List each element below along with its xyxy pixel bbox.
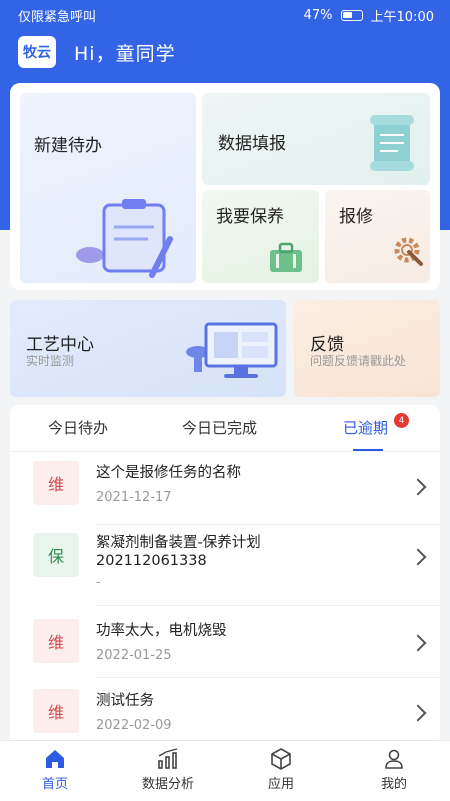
task-tag: 维	[33, 689, 79, 733]
nav-data-analysis[interactable]: 数据分析	[123, 747, 213, 792]
task-row[interactable]: 维 功率太大，电机烧毁 2022-01-25	[10, 617, 440, 678]
task-row[interactable]: 维 这个是报修任务的名称 2021-12-17	[10, 461, 440, 525]
status-carrier-text: 仅限紧急呼叫	[18, 10, 97, 25]
task-title: 絮凝剂制备装置-保养计划202112061338	[96, 535, 261, 569]
nav-apps-label: 应用	[267, 777, 294, 792]
maintenance-label: 我要保养	[216, 207, 284, 227]
app-header: 牧云 Hi，童同学	[18, 36, 176, 68]
nav-apps[interactable]: 应用	[236, 747, 326, 792]
user-icon	[385, 749, 403, 769]
task-tag: 维	[33, 619, 79, 663]
row-divider	[96, 677, 440, 678]
toolbox-icon	[270, 242, 302, 272]
home-icon	[46, 750, 64, 768]
data-report-tile[interactable]: 数据填报	[202, 93, 430, 185]
repair-tile[interactable]: 报修	[325, 190, 430, 283]
chevron-right-icon	[409, 548, 427, 566]
feature-card: 新建待办 数据填报 我要保养 报修	[10, 83, 440, 290]
greeting-text: Hi，童同学	[74, 42, 176, 65]
maintenance-tile[interactable]: 我要保养	[202, 190, 319, 283]
clipboard-icon	[76, 199, 173, 278]
task-tag: 保	[33, 533, 79, 577]
tab-today-todo[interactable]: 今日待办	[48, 417, 108, 438]
new-todo-label: 新建待办	[34, 136, 102, 156]
tab-overdue[interactable]: 已逾期	[343, 417, 388, 438]
task-tabs: 今日待办 今日已完成 已逾期 4	[10, 405, 440, 451]
task-title: 功率太大，电机烧毁	[96, 623, 227, 639]
task-list-card: 今日待办 今日已完成 已逾期 4 维 这个是报修任务的名称 2021-12-17…	[10, 405, 440, 745]
task-row[interactable]: 维 测试任务 2022-02-09	[10, 687, 440, 745]
monitor-icon	[186, 322, 278, 378]
process-center-card[interactable]: 工艺中心 实时监测	[10, 300, 286, 397]
app-logo: 牧云	[18, 36, 56, 68]
gear-wrench-icon	[394, 237, 423, 266]
chevron-right-icon	[409, 634, 427, 652]
task-title: 这个是报修任务的名称	[96, 465, 241, 481]
status-time: 上午10:00	[370, 10, 434, 25]
new-todo-tile[interactable]: 新建待办	[20, 93, 196, 283]
feedback-card[interactable]: 反馈 问题反馈请戳此处	[294, 300, 440, 397]
status-bar: 仅限紧急呼叫 47% 上午10:00	[0, 0, 450, 28]
chevron-right-icon	[409, 478, 427, 496]
overdue-badge: 4	[394, 413, 409, 428]
battery-icon	[340, 10, 363, 21]
task-date: 2022-02-09	[96, 718, 172, 733]
status-right: 47% 上午10:00	[304, 6, 434, 25]
cube-icon	[271, 748, 291, 770]
repair-label: 报修	[339, 207, 373, 227]
process-center-subtitle: 实时监测	[26, 354, 75, 368]
nav-data-analysis-label: 数据分析	[141, 777, 194, 792]
feedback-subtitle: 问题反馈请戳此处	[310, 354, 407, 368]
task-date: 2021-12-17	[96, 490, 172, 505]
row-divider	[96, 605, 440, 606]
battery-percent: 47%	[303, 8, 333, 23]
tab-today-done[interactable]: 今日已完成	[182, 417, 257, 438]
bottom-nav: 首页 数据分析 应用 我的	[0, 740, 450, 801]
task-date: -	[96, 575, 101, 590]
nav-me[interactable]: 我的	[349, 747, 439, 792]
task-tag: 维	[33, 461, 79, 505]
task-date: 2022-01-25	[96, 648, 172, 663]
row-divider	[96, 524, 440, 525]
nav-home-label: 首页	[41, 777, 68, 792]
task-title: 测试任务	[96, 693, 154, 709]
nav-me-label: 我的	[380, 777, 407, 792]
scroll-icon	[370, 115, 414, 171]
chevron-right-icon	[409, 704, 427, 722]
bar-chart-icon	[158, 748, 178, 769]
task-row[interactable]: 保 絮凝剂制备装置-保养计划202112061338 -	[10, 531, 440, 606]
tabs-divider	[10, 451, 440, 452]
data-report-label: 数据填报	[218, 134, 286, 154]
nav-home[interactable]: 首页	[10, 747, 100, 792]
